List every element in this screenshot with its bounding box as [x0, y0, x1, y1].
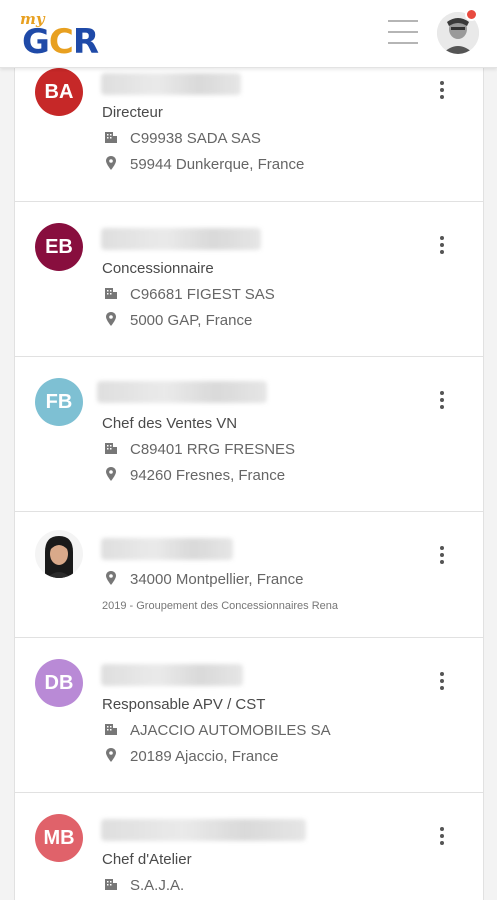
map-pin-icon — [106, 312, 116, 326]
map-pin-icon — [106, 156, 116, 170]
map-pin-icon — [106, 467, 116, 481]
contact-location: 59944 Dunkerque, France — [104, 156, 304, 173]
more-vertical-icon[interactable] — [437, 81, 447, 103]
contact-card[interactable]: EB Concessionnaire C96681 FIGEST SAS 500… — [14, 201, 484, 357]
contact-role: Directeur — [102, 104, 163, 121]
contact-name-redacted — [101, 819, 306, 841]
contact-company: C99938 SADA SAS — [104, 130, 261, 147]
contact-avatar: DB — [35, 659, 83, 707]
map-pin-icon — [106, 571, 116, 585]
contact-location: 34000 Montpellier, France — [104, 571, 303, 588]
contact-card[interactable]: MB Chef d'Atelier S.A.J.A. — [14, 792, 484, 900]
gcr-logo[interactable]: my GCR — [18, 10, 118, 62]
contact-company: AJACCIO AUTOMOBILES SA — [104, 722, 331, 739]
contact-company: C96681 FIGEST SAS — [104, 286, 275, 303]
contact-company: S.A.J.A. — [104, 877, 184, 894]
more-vertical-icon[interactable] — [437, 827, 447, 849]
contact-name-redacted — [101, 664, 243, 686]
building-icon — [105, 443, 117, 454]
contact-role: Responsable APV / CST — [102, 696, 266, 713]
hamburger-menu-icon[interactable] — [388, 20, 418, 48]
contact-card[interactable]: DB Responsable APV / CST AJACCIO AUTOMOB… — [14, 637, 484, 793]
contact-location: 20189 Ajaccio, France — [104, 748, 278, 765]
building-icon — [105, 288, 117, 299]
contact-avatar: MB — [35, 814, 83, 862]
contact-role: Chef d'Atelier — [102, 851, 192, 868]
contact-card[interactable]: 34000 Montpellier, France 2019 - Groupem… — [14, 511, 484, 638]
contact-role: Chef des Ventes VN — [102, 415, 238, 432]
contact-name-redacted — [97, 381, 267, 403]
contact-avatar: BA — [35, 68, 83, 116]
contact-avatar: EB — [35, 223, 83, 271]
more-vertical-icon[interactable] — [437, 546, 447, 568]
building-icon — [105, 879, 117, 890]
building-icon — [105, 132, 117, 143]
contact-note: 2019 - Groupement des Concessionnaires R… — [102, 600, 339, 612]
contact-avatar: FB — [35, 378, 83, 426]
notification-badge — [465, 8, 478, 21]
more-vertical-icon[interactable] — [437, 672, 447, 694]
contact-name-redacted — [101, 538, 233, 560]
more-vertical-icon[interactable] — [437, 391, 447, 413]
contact-photo — [35, 530, 83, 578]
contact-card[interactable]: FB Chef des Ventes VN C89401 RRG FRESNES… — [14, 356, 484, 512]
contact-name-redacted — [101, 228, 261, 250]
map-pin-icon — [106, 748, 116, 762]
app-header: my GCR — [0, 0, 497, 68]
building-icon — [105, 724, 117, 735]
more-vertical-icon[interactable] — [437, 236, 447, 258]
contact-company: C89401 RRG FRESNES — [104, 441, 295, 458]
contact-role: Concessionnaire — [102, 260, 214, 277]
contact-location: 5000 GAP, France — [104, 312, 252, 329]
contact-location: 94260 Fresnes, France — [104, 467, 285, 484]
contact-name-redacted — [101, 73, 241, 95]
